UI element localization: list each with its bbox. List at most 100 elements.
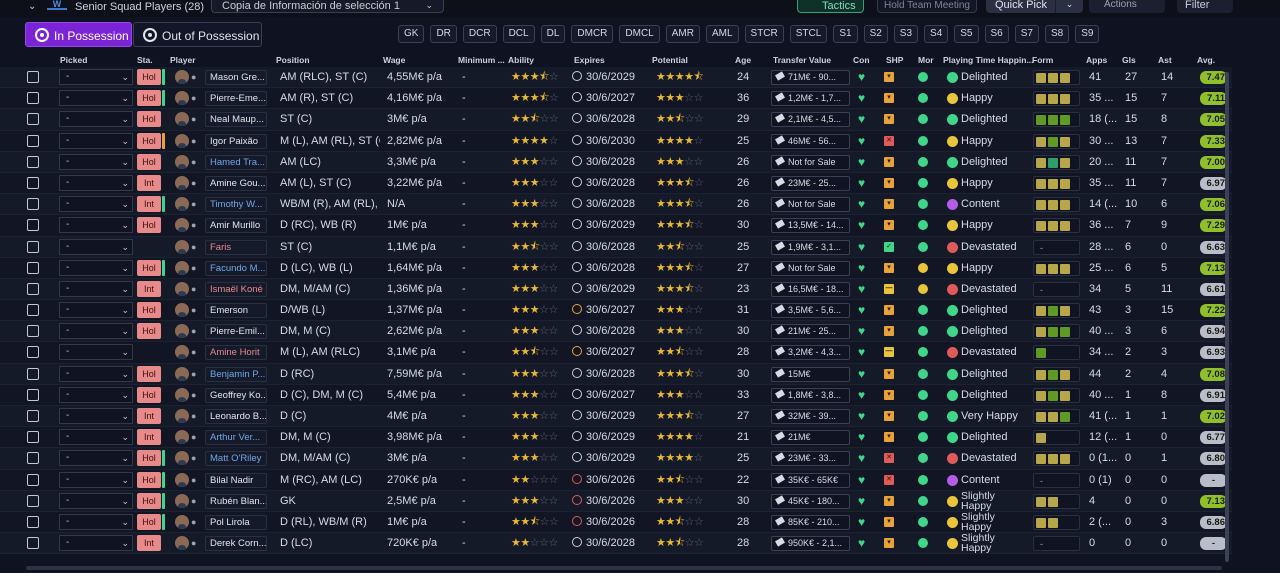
transfer-value[interactable]: 3,2M€ - 4,3... [771, 345, 850, 361]
status-badge[interactable]: Hol [137, 132, 161, 149]
table-row[interactable]: - ⌄ Hol ● Neal Maup... ST (C) 3M€ p/a - ★★⯪☆☆ 30/… [0, 109, 1232, 131]
tactics-button[interactable]: Tactics [797, 0, 864, 13]
selection-dropdown[interactable]: Copia de Información de selección 1 ⌄ [211, 0, 444, 13]
table-row[interactable]: - ⌄ Hol ● Matt O'Riley DM, M/AM (C) 3M€ p/a - ★★… [0, 448, 1232, 470]
select-checkbox[interactable] [27, 261, 39, 274]
player-name[interactable]: Amine Gou... [205, 175, 267, 191]
table-row[interactable]: - ⌄ Int ● Timothy W... WB/M (R), AM (RL), ...… [0, 194, 1232, 216]
select-checkbox[interactable] [27, 325, 39, 338]
player-name[interactable]: Mason Gre... [205, 70, 267, 85]
picked-dropdown[interactable]: - ⌄ [59, 259, 133, 276]
table-row[interactable]: - ⌄ Hol ● Facundo M... D (LC), WB (L) 1,64M€ p… [0, 257, 1232, 279]
horizontal-scrollbar[interactable] [26, 566, 1222, 570]
table-row[interactable]: - ⌄ Int ● Derek Corn... D (LC) 720K€ p/a - ★★☆☆☆… [0, 533, 1232, 555]
transfer-value[interactable]: 21M€ [771, 430, 850, 446]
status-badge[interactable]: Hol [137, 90, 161, 107]
transfer-value[interactable]: 85K€ - 210... [771, 514, 850, 530]
picked-dropdown[interactable]: - ⌄ [59, 429, 133, 446]
position-chip-gk[interactable]: GK [398, 25, 425, 43]
player-name[interactable]: Arthur Ver... [205, 430, 267, 446]
position-chip-s4[interactable]: S4 [924, 25, 949, 43]
status-badge[interactable]: Int [137, 535, 161, 552]
table-row[interactable]: - ⌄ Hol ● Pierre-Eme... AM (R), ST (C) 4,16M€ … [0, 88, 1232, 110]
position-chip-dmcl[interactable]: DMCL [619, 25, 660, 43]
status-badge[interactable]: Hol [137, 386, 161, 403]
col-minimum[interactable]: Minimum ... [458, 55, 505, 65]
transfer-value[interactable]: 15M€ [771, 366, 850, 382]
select-checkbox[interactable] [27, 367, 39, 380]
select-checkbox[interactable] [27, 346, 39, 359]
player-name[interactable]: Geoffrey Ko... [205, 387, 267, 403]
col-ability[interactable]: Ability [508, 55, 534, 65]
table-row[interactable]: - ⌄ Hol ● Pierre-Emil... DM, M (C) 2,62M€ p/a -… [0, 321, 1232, 343]
transfer-value[interactable]: 23M€ - 33... [771, 451, 850, 467]
table-row[interactable]: - ⌄ Int ● Arthur Ver... DM, M (C) 3,98M€ p/a - ★… [0, 427, 1232, 449]
col-condition[interactable]: Con [853, 55, 870, 65]
transfer-value[interactable]: 35K€ - 65K€ [771, 472, 850, 488]
player-name[interactable]: Pierre-Eme... [205, 91, 267, 107]
player-name[interactable]: Igor Paixão [205, 133, 267, 149]
status-badge[interactable]: Hol [137, 69, 161, 85]
status-badge[interactable]: Hol [137, 513, 161, 530]
picked-dropdown[interactable]: - ⌄ [59, 535, 133, 552]
position-chip-stcl[interactable]: STCL [789, 25, 828, 43]
player-name[interactable]: Emerson [205, 303, 267, 319]
status-badge[interactable]: Hol [137, 302, 161, 319]
select-checkbox[interactable] [27, 219, 39, 232]
position-chip-amr[interactable]: AMR [665, 25, 700, 43]
picked-dropdown[interactable]: - ⌄ [59, 153, 133, 170]
select-checkbox[interactable] [27, 515, 39, 528]
actions-button[interactable]: Actions [1089, 0, 1165, 13]
out-of-possession-button[interactable]: Out of Possession [133, 22, 262, 47]
col-happiness[interactable]: Playing Time Happin... [943, 55, 1034, 65]
transfer-value[interactable]: 1,8M€ - 3,8... [771, 387, 850, 403]
position-chip-s3[interactable]: S3 [893, 25, 919, 43]
col-potential[interactable]: Potential [652, 55, 688, 65]
picked-dropdown[interactable]: - ⌄ [59, 492, 133, 509]
col-transfer-value[interactable]: Transfer Value [773, 55, 831, 65]
collapse-chevron-icon[interactable]: ⌄ [28, 1, 36, 12]
position-chip-dcl[interactable]: DCL [502, 25, 535, 43]
filter-button[interactable]: Filter [1177, 0, 1233, 13]
table-row[interactable]: - ⌄ Hol ● Bilal Nadir M (RC), AM (LC) 270K€ p/… [0, 469, 1232, 491]
col-player[interactable]: Player [170, 55, 196, 65]
transfer-value[interactable]: 1,2M€ - 1,7... [771, 91, 850, 107]
position-chip-s8[interactable]: S8 [1044, 25, 1070, 43]
table-row[interactable]: - ⌄ Hol ● Amir Murillo D (RC), WB (R) 1M€ p/a -… [0, 215, 1232, 237]
select-checkbox[interactable] [27, 473, 39, 486]
transfer-value[interactable]: 13,5M€ - 14... [771, 218, 850, 234]
picked-dropdown[interactable]: - ⌄ [59, 111, 133, 128]
picked-dropdown[interactable]: - ⌄ [59, 196, 133, 213]
table-row[interactable]: - ⌄ Int ● Leonardo B... D (C) 4M€ p/a - ★★★☆☆ 30/… [0, 406, 1232, 428]
player-name[interactable]: Timothy W... [205, 197, 267, 213]
position-chip-dr[interactable]: DR [430, 25, 457, 43]
in-possession-button[interactable]: In Possession [25, 22, 132, 47]
status-badge[interactable]: Int [137, 408, 161, 424]
transfer-value[interactable]: 71M€ - 90... [771, 70, 850, 85]
transfer-value[interactable]: Not for Sale [771, 260, 850, 276]
player-name[interactable]: Ismaël Koné [205, 281, 267, 297]
status-badge[interactable]: Hol [137, 471, 161, 488]
col-assists[interactable]: Ast [1158, 55, 1172, 65]
col-age[interactable]: Age [735, 55, 751, 65]
player-name[interactable]: Faris [205, 239, 267, 255]
position-chip-aml[interactable]: AML [705, 25, 739, 43]
table-row[interactable]: - ⌄ Hol ● Rubén Blan... GK 2,5M€ p/a - ★★★☆☆ 30/6… [0, 491, 1232, 512]
transfer-value[interactable]: 45K€ - 180... [771, 493, 850, 509]
select-checkbox[interactable] [27, 537, 39, 550]
player-name[interactable]: Hamed Tra... [205, 154, 267, 170]
select-checkbox[interactable] [27, 155, 39, 168]
position-chip-s1[interactable]: S1 [833, 25, 858, 43]
picked-dropdown[interactable]: - ⌄ [59, 450, 133, 467]
player-name[interactable]: Pol Lirola [205, 514, 267, 530]
quick-pick-button[interactable]: Quick Pick ⌄ [986, 0, 1083, 13]
table-row[interactable]: - ⌄ Int ● Ismaël Koné DM, M/AM (C) 1,36M€ p/a -… [0, 278, 1232, 301]
hold-team-meeting-button[interactable]: Hold Team Meeting [877, 0, 977, 13]
select-checkbox[interactable] [27, 71, 39, 83]
col-morale[interactable]: Mor [918, 55, 934, 65]
player-name[interactable]: Derek Corn... [205, 536, 267, 552]
status-badge[interactable]: Hol [137, 259, 161, 276]
transfer-value[interactable]: 1,9M€ - 3,1... [771, 239, 850, 255]
col-goals[interactable]: Gls [1122, 55, 1136, 65]
position-chip-s9[interactable]: S9 [1075, 25, 1100, 43]
